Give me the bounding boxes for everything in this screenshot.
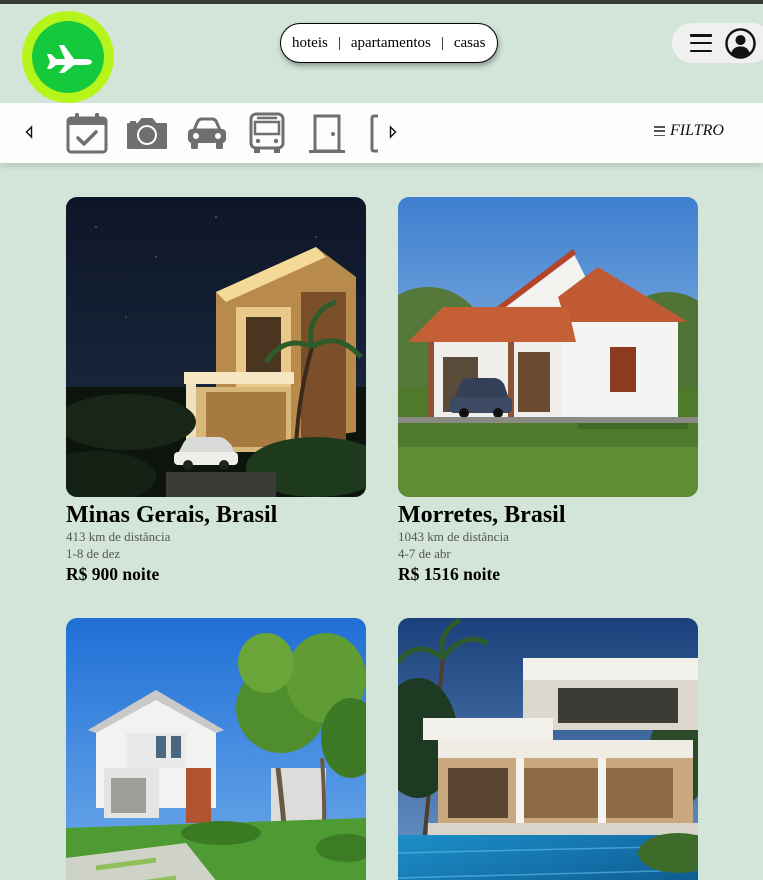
logo[interactable] xyxy=(22,11,114,103)
nav-houses-link[interactable]: casas xyxy=(453,35,487,52)
logo-circle xyxy=(32,21,104,93)
listing-distance: 1043 km de distância xyxy=(398,529,509,544)
listing-dates: 4-7 de abr xyxy=(398,546,451,561)
listing-price: R$ 1516 noite xyxy=(398,564,501,584)
airplane-icon xyxy=(47,45,92,73)
nav-separator: | xyxy=(440,34,444,51)
hamburger-icon[interactable] xyxy=(690,34,712,52)
listing-image xyxy=(398,197,698,497)
partial-icon[interactable] xyxy=(368,112,380,154)
nav-hotels-link[interactable]: hoteis xyxy=(291,35,329,52)
calendar-check-icon[interactable] xyxy=(65,112,109,154)
listing-dates: 1-8 de dez xyxy=(66,546,121,561)
listing-image xyxy=(66,618,366,880)
user-menu[interactable] xyxy=(672,23,763,63)
listing-distance: 413 km de distância xyxy=(66,529,171,544)
listing-image xyxy=(398,618,698,880)
user-icon[interactable] xyxy=(725,27,756,59)
camera-icon[interactable] xyxy=(125,112,169,154)
listing-card[interactable] xyxy=(398,618,698,880)
listing-card[interactable]: Morretes, Brasil 1043 km de distância 4-… xyxy=(398,197,698,585)
door-icon[interactable] xyxy=(305,112,349,154)
listing-price: R$ 900 noite xyxy=(66,564,160,584)
category-bar: FILTRO xyxy=(0,103,763,163)
filter-label: FILTRO xyxy=(670,122,724,139)
arrow-left-icon[interactable] xyxy=(24,125,34,139)
car-icon[interactable] xyxy=(185,112,229,154)
nav-tabs: hoteis | apartamentos | casas xyxy=(280,23,498,63)
listing-title: Morretes, Brasil xyxy=(398,502,566,528)
listing-title: Minas Gerais, Brasil xyxy=(66,502,278,528)
nav-separator: | xyxy=(337,34,341,51)
arrow-right-icon[interactable] xyxy=(388,125,398,139)
nav-apartments-link[interactable]: apartamentos xyxy=(350,35,432,52)
filter-icon xyxy=(654,126,665,136)
listing-card[interactable] xyxy=(66,618,366,880)
bus-icon[interactable] xyxy=(245,112,289,154)
listing-image xyxy=(66,197,366,497)
listing-card[interactable]: Minas Gerais, Brasil 413 km de distância… xyxy=(66,197,366,585)
filter-button[interactable]: FILTRO xyxy=(654,122,724,140)
